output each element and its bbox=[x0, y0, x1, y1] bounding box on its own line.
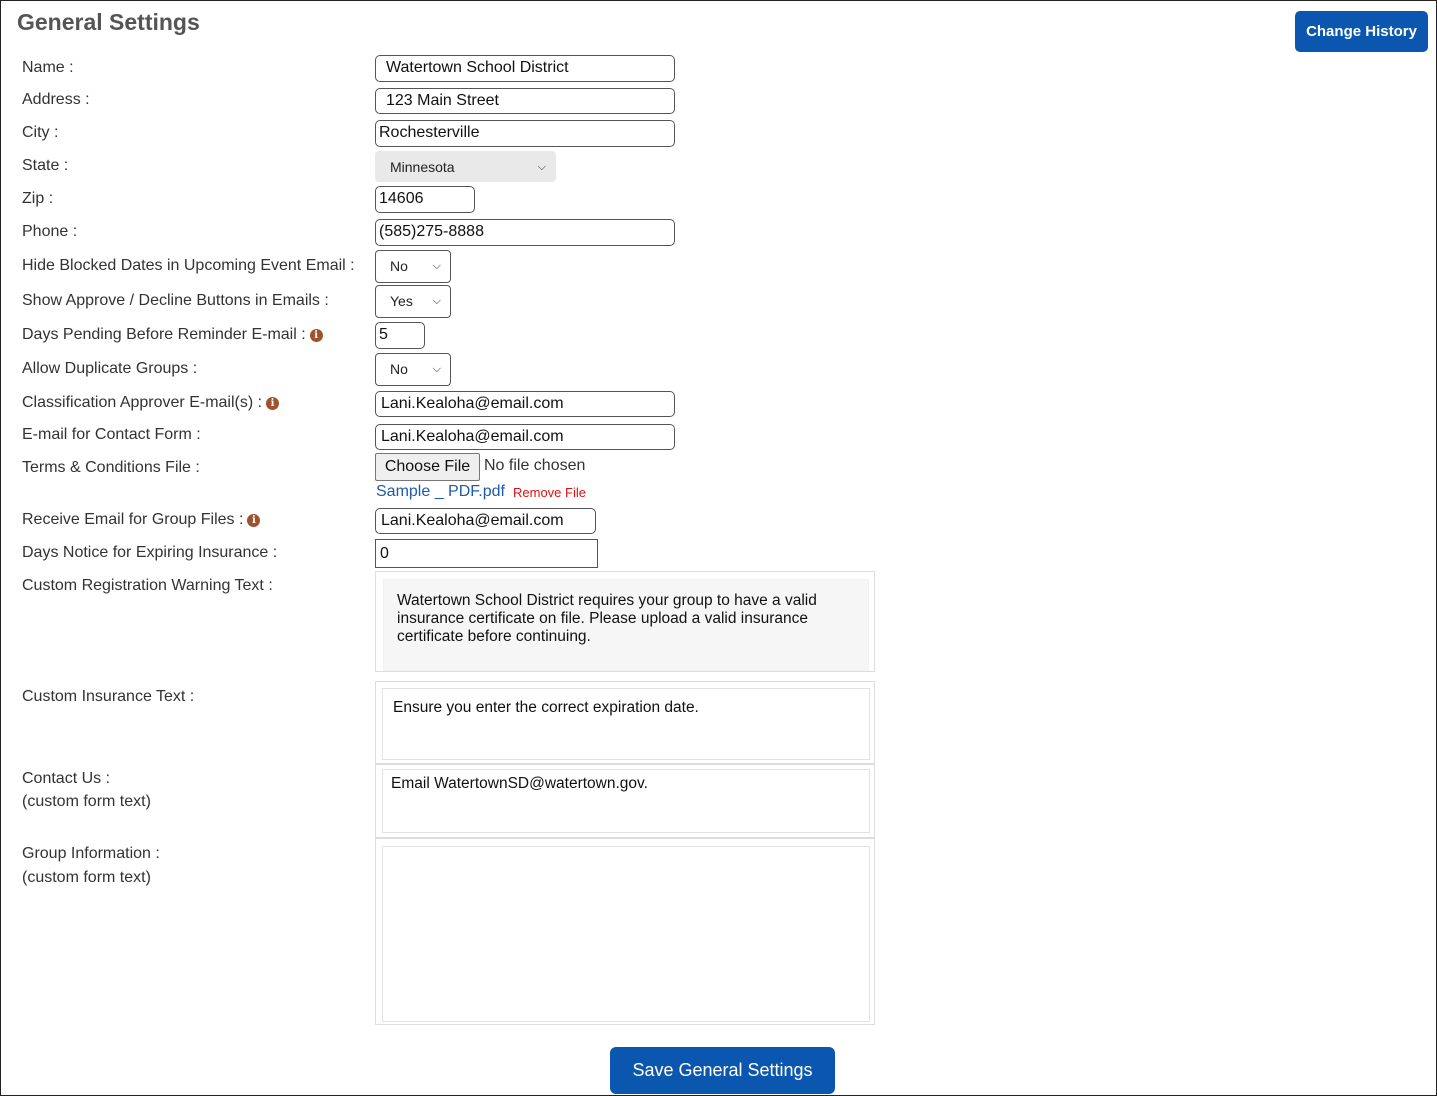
contact-form-email-input[interactable]: Lani.Kealoha@email.com bbox=[375, 424, 675, 450]
info-icon[interactable]: i bbox=[247, 514, 261, 527]
contact-us-label: Contact Us : bbox=[22, 770, 111, 787]
hide-blocked-select[interactable]: No ⌵ bbox=[375, 250, 451, 283]
show-approve-label: Show Approve / Decline Buttons in Emails… bbox=[22, 292, 329, 309]
insurance-text-label: Custom Insurance Text : bbox=[22, 688, 195, 705]
classification-email-input[interactable]: Lani.Kealoha@email.com bbox=[375, 391, 675, 417]
chevron-down-icon: ⌵ bbox=[432, 363, 441, 375]
terms-file-label: Terms & Conditions File : bbox=[22, 459, 200, 476]
allow-duplicate-label: Allow Duplicate Groups : bbox=[22, 360, 198, 377]
name-input[interactable]: Watertown School District bbox=[375, 55, 675, 82]
days-notice-label: Days Notice for Expiring Insurance : bbox=[22, 544, 278, 561]
phone-input[interactable]: (585)275-8888 bbox=[375, 219, 675, 246]
days-pending-label-text: Days Pending Before Reminder E-mail : bbox=[22, 326, 306, 343]
insurance-text-editor[interactable]: Ensure you enter the correct expiration … bbox=[375, 681, 875, 764]
address-input[interactable]: 123 Main Street bbox=[375, 88, 675, 114]
info-icon[interactable]: i bbox=[309, 329, 323, 342]
name-label: Name : bbox=[22, 59, 74, 76]
hide-blocked-label: Hide Blocked Dates in Upcoming Event Ema… bbox=[22, 257, 355, 274]
show-approve-value: Yes bbox=[390, 293, 413, 309]
days-pending-label: Days Pending Before Reminder E-mail :i bbox=[22, 325, 323, 345]
registration-warning-label: Custom Registration Warning Text : bbox=[22, 577, 273, 594]
save-general-settings-button[interactable]: Save General Settings bbox=[610, 1047, 835, 1094]
contact-us-editor[interactable]: Email WatertownSD@watertown.gov. bbox=[375, 764, 875, 838]
contact-us-sublabel: (custom form text) bbox=[22, 793, 151, 810]
allow-duplicate-value: No bbox=[390, 361, 408, 377]
city-label: City : bbox=[22, 124, 59, 141]
phone-label: Phone : bbox=[22, 223, 78, 240]
show-approve-select[interactable]: Yes ⌵ bbox=[375, 285, 451, 318]
page-title: General Settings bbox=[17, 9, 200, 35]
contact-form-email-label: E-mail for Contact Form : bbox=[22, 426, 201, 443]
insurance-text-value: Ensure you enter the correct expiration … bbox=[393, 699, 699, 716]
registration-warning-editor[interactable]: Watertown School District requires your … bbox=[375, 571, 875, 672]
contact-us-value: Email WatertownSD@watertown.gov. bbox=[391, 775, 648, 792]
remove-file-link[interactable]: Remove File bbox=[513, 485, 586, 500]
classification-email-label-text: Classification Approver E-mail(s) : bbox=[22, 394, 263, 411]
chevron-down-icon: ⌵ bbox=[432, 295, 441, 307]
group-info-editor[interactable] bbox=[375, 838, 875, 1025]
city-input[interactable]: Rochesterville bbox=[375, 120, 675, 147]
chevron-down-icon: ⌵ bbox=[537, 161, 546, 173]
change-history-button[interactable]: Change History bbox=[1295, 11, 1428, 52]
zip-label: Zip : bbox=[22, 190, 54, 207]
state-select[interactable]: Minnesota ⌵ bbox=[375, 151, 556, 182]
choose-file-button[interactable]: Choose File bbox=[375, 453, 480, 481]
registration-warning-text: Watertown School District requires your … bbox=[397, 592, 817, 645]
address-label: Address : bbox=[22, 91, 90, 108]
group-info-sublabel: (custom form text) bbox=[22, 869, 151, 886]
state-label: State : bbox=[22, 157, 69, 174]
days-notice-input[interactable]: 0 bbox=[375, 539, 598, 568]
zip-input[interactable]: 14606 bbox=[375, 186, 475, 213]
chevron-down-icon: ⌵ bbox=[432, 260, 441, 272]
days-pending-input[interactable]: 5 bbox=[375, 322, 425, 349]
info-icon[interactable]: i bbox=[266, 397, 280, 410]
file-status: No file chosen bbox=[484, 457, 586, 474]
hide-blocked-value: No bbox=[390, 258, 408, 274]
terms-file-link[interactable]: Sample _ PDF.pdf bbox=[376, 483, 505, 501]
group-files-email-label: Receive Email for Group Files :i bbox=[22, 510, 261, 530]
group-info-label: Group Information : bbox=[22, 845, 160, 862]
group-files-email-input[interactable]: Lani.Kealoha@email.com bbox=[375, 508, 596, 534]
state-value: Minnesota bbox=[390, 159, 455, 175]
classification-email-label: Classification Approver E-mail(s) :i bbox=[22, 393, 280, 413]
allow-duplicate-select[interactable]: No ⌵ bbox=[375, 353, 451, 386]
group-files-email-label-text: Receive Email for Group Files : bbox=[22, 511, 244, 528]
